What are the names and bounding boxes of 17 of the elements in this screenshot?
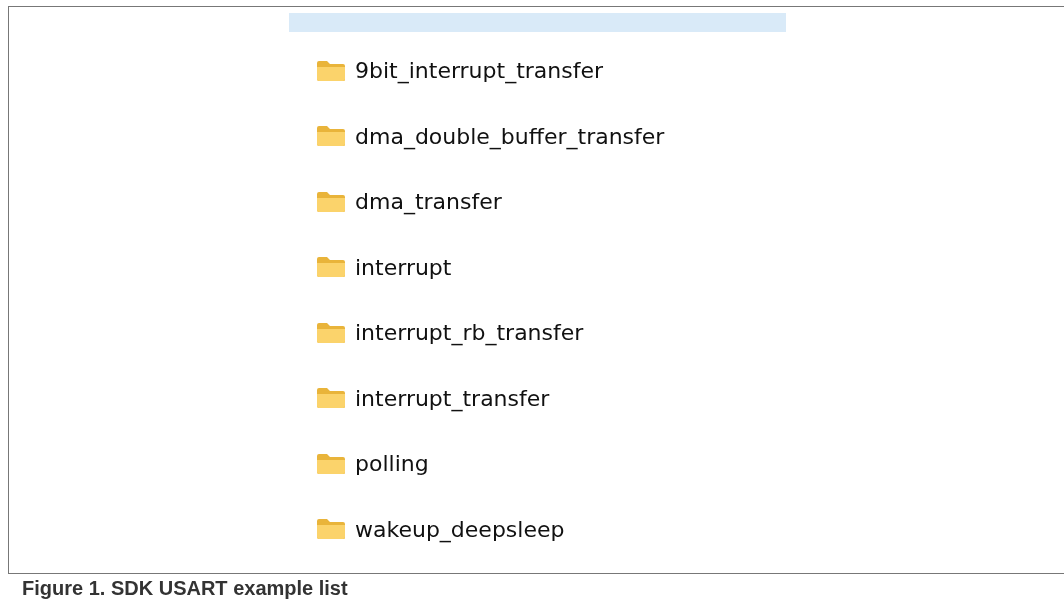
folder-icon [316, 59, 346, 82]
folder-name[interactable]: wakeup_deepsleep [355, 516, 565, 542]
folder-name[interactable]: dma_double_buffer_transfer [355, 123, 665, 149]
folder-name[interactable]: 9bit_interrupt_transfer [355, 58, 604, 84]
folder-name[interactable]: interrupt_transfer [355, 385, 550, 411]
folder-icon [316, 518, 346, 541]
folder-icon [316, 321, 346, 344]
figure-caption: Figure 1. SDK USART example list [22, 577, 349, 600]
folder-icon [316, 387, 346, 410]
folder-icon [316, 125, 346, 148]
folder-name[interactable]: polling [355, 451, 429, 477]
folder-name[interactable]: dma_transfer [355, 189, 502, 215]
folder-icon [316, 452, 346, 475]
folder-icon [316, 256, 346, 279]
folder-name[interactable]: interrupt_rb_transfer [355, 320, 584, 346]
folder-name[interactable]: interrupt [355, 254, 452, 280]
folder-icon [316, 190, 346, 213]
